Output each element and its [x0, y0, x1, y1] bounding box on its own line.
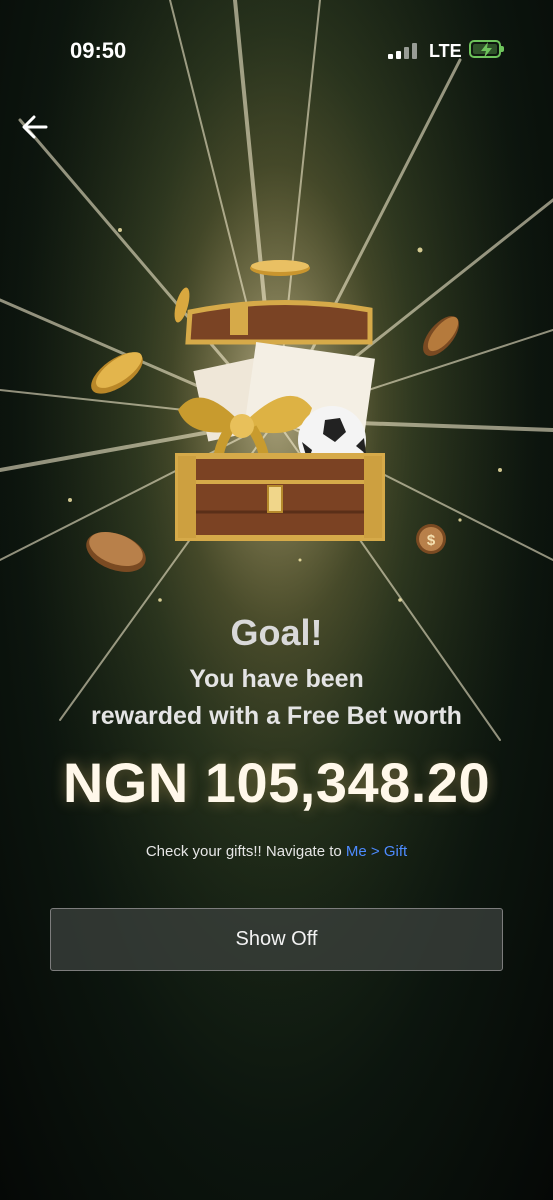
free-bet-amount: NGN 105,348.20: [62, 751, 491, 814]
gift-hint-text: Check your gifts!! Navigate to: [145, 843, 346, 860]
battery-charging-icon: [469, 40, 504, 58]
network-type: LTE: [429, 41, 462, 61]
reward-subtitle-line1: You have been: [189, 665, 364, 693]
status-bar: 09:50 LTE: [0, 0, 553, 100]
show-off-button[interactable]: Show Off: [50, 908, 503, 971]
gift-hint: Check your gifts!! Navigate to Me > Gift: [0, 843, 553, 860]
back-button[interactable]: [18, 110, 52, 144]
reward-title: Goal!: [230, 612, 323, 653]
signal-strength-icon: [388, 43, 420, 59]
arrow-left-icon: [22, 115, 48, 139]
status-time: 09:50: [70, 38, 127, 63]
gift-navigation-link[interactable]: Me > Gift: [346, 843, 407, 860]
treasure-chest-illustration: [175, 300, 385, 541]
light-rays-background: $: [0, 0, 553, 1200]
reward-subtitle-line2: rewarded with a Free Bet worth: [91, 702, 462, 730]
